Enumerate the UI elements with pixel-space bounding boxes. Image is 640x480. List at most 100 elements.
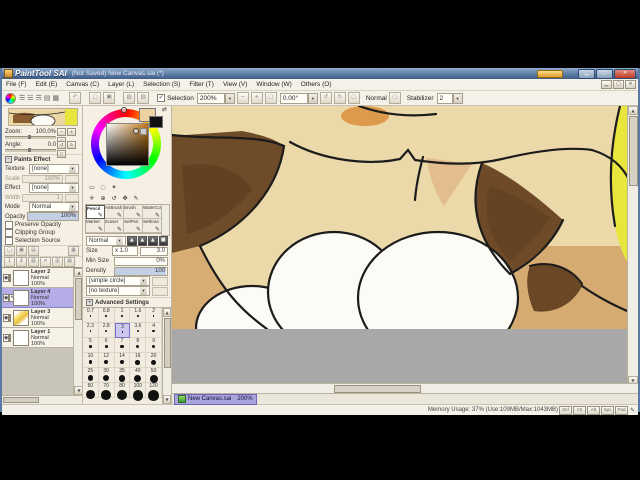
decrement-select-button[interactable]: ▨	[137, 92, 149, 104]
zoom-in-button[interactable]: +	[251, 92, 263, 104]
texture-dropdown[interactable]: [none]▼	[29, 164, 79, 174]
tool-pencil[interactable]: Pencil✎	[86, 205, 105, 219]
menu-item-layer[interactable]: Layer (L)	[108, 81, 134, 88]
tool-eraser[interactable]: Eraser✎	[105, 219, 124, 233]
move-tool-icon[interactable]: ✛	[87, 194, 97, 203]
panel-toggle-icon[interactable]: ▤	[44, 94, 51, 102]
layer-list-scrollbar[interactable]: ▲ ▼	[73, 268, 82, 395]
canvas-angle-field[interactable]: 0.00°	[280, 93, 308, 104]
brush-size-2.3[interactable]: 2.3	[83, 323, 99, 338]
stabilizer-value[interactable]: 2	[437, 93, 453, 104]
layer-row-layer-1[interactable]: ◉Layer 1Normal100%	[2, 328, 73, 348]
zoom-out-button[interactable]: −	[237, 92, 249, 104]
mdi-close-button[interactable]: ✕	[625, 80, 636, 89]
brush-size-1[interactable]: 1	[115, 308, 131, 323]
minimize-button[interactable]: ▁	[578, 69, 595, 79]
brush-texture-dropdown[interactable]: [no texture]▼	[86, 286, 150, 296]
brush-size-60[interactable]: 60	[83, 383, 99, 398]
panel-toggle-icon[interactable]: ☱	[27, 94, 33, 102]
zoom-tool-icon[interactable]: ⊕	[98, 194, 108, 203]
nav-rotate-ccw-button[interactable]: ↺	[57, 141, 66, 149]
brush-size-30[interactable]: 30	[99, 368, 115, 383]
brush-size-50[interactable]: 50	[146, 368, 162, 383]
panel-toggle-icon[interactable]: ▦	[52, 94, 59, 102]
nav-angle-slider[interactable]	[5, 149, 56, 152]
hand-tool-icon[interactable]: ✥	[120, 194, 130, 203]
brush-size-16[interactable]: 16	[130, 353, 146, 368]
maximize-button[interactable]: ▢	[596, 69, 613, 79]
brush-size-80[interactable]: 80	[115, 383, 131, 398]
brush-size-20[interactable]: 20	[146, 353, 162, 368]
brush-size-120[interactable]: 120	[146, 383, 162, 398]
tool-seleras[interactable]: SelEras✎	[143, 219, 162, 233]
tool-brush[interactable]: Brush✎	[124, 205, 143, 219]
menu-item-filter[interactable]: Filter (T)	[189, 81, 214, 88]
select-invert-button[interactable]: ▣	[103, 92, 115, 104]
size-slider[interactable]: 3.0	[140, 247, 168, 256]
nav-zoom-in-button[interactable]: +	[67, 128, 76, 136]
eyedropper-icon[interactable]: ✎	[131, 194, 141, 203]
layer-row-layer-4[interactable]: ◉✎Layer 4Normal100%	[2, 288, 73, 308]
brush-size-10[interactable]: 10	[83, 353, 99, 368]
tool-airbrush[interactable]: AirBrush✎	[105, 205, 124, 219]
opacity-slider[interactable]: 100%	[27, 212, 79, 221]
tool-selpen[interactable]: SelPen✎	[124, 219, 143, 233]
angle-dropdown-icon[interactable]: ▼	[308, 93, 318, 104]
angle-reset-button[interactable]: ▢	[348, 92, 360, 104]
brush-size-2[interactable]: 2	[146, 308, 162, 323]
scroll-down-icon[interactable]: ▼	[163, 395, 171, 404]
checkbox-preserve-opacity[interactable]: Preserve Opacity	[2, 221, 82, 229]
rotate-cw-button[interactable]: ↻	[334, 92, 346, 104]
menu-item-selection[interactable]: Selection (S)	[143, 81, 180, 88]
increment-select-button[interactable]: ▧	[123, 92, 135, 104]
layer-list-hscrollbar[interactable]	[2, 395, 82, 404]
layer-panel-option-button[interactable]: ▦	[68, 246, 79, 256]
layer-paint-checkbox[interactable]	[9, 274, 11, 282]
zoom-dropdown-icon[interactable]: ▼	[225, 93, 235, 104]
brush-size-70[interactable]: 70	[99, 383, 115, 398]
panel-toggle-icon[interactable]: ☰	[19, 94, 25, 102]
delete-layer-button[interactable]: ✕	[40, 257, 51, 267]
brush-size-12[interactable]: 12	[99, 353, 115, 368]
lasso-icon[interactable]: ◌	[98, 183, 108, 192]
brush-size-0.7[interactable]: 0.7	[83, 308, 99, 323]
brush-size-40[interactable]: 40	[130, 368, 146, 383]
new-vector-layer-button[interactable]: ▣	[16, 246, 27, 256]
layer-row-layer-3[interactable]: ◉Layer 3Normal100%	[2, 308, 73, 328]
rotate-view-icon[interactable]: ↺	[109, 194, 119, 203]
mdi-minimize-button[interactable]: ▁	[601, 80, 612, 89]
layer-mask-button[interactable]: ▨	[64, 257, 75, 267]
brush-tip-icon[interactable]: ▲	[138, 236, 148, 246]
new-layer-folder-button[interactable]: ▤	[28, 246, 39, 256]
color-wheel-toggle-icon[interactable]	[5, 93, 16, 104]
brush-size-5[interactable]: 5	[83, 338, 99, 353]
brush-tip-dropdown[interactable]: [simple circle]▼	[86, 276, 150, 286]
brush-size-100[interactable]: 100	[130, 383, 146, 398]
transfer-down-button[interactable]: ↧	[4, 257, 15, 267]
menu-item-canvas[interactable]: Canvas (C)	[66, 81, 99, 88]
layer-row-layer-2[interactable]: ◉Layer 2Normal100%	[2, 268, 73, 288]
magic-wand-icon[interactable]: ✶	[109, 183, 119, 192]
min-size-slider[interactable]: 0%	[114, 257, 168, 266]
canvas-zoom-field[interactable]: 200%	[197, 93, 225, 104]
brush-size-3[interactable]: 3	[115, 323, 131, 338]
scroll-up-icon[interactable]: ▲	[74, 268, 82, 277]
menu-item-view[interactable]: View (V)	[223, 81, 247, 88]
selection-checkbox[interactable]: ✓ Selection	[157, 94, 194, 102]
nav-zoom-slider[interactable]	[5, 136, 56, 139]
brush-size-25[interactable]: 25	[83, 368, 99, 383]
scroll-down-icon[interactable]: ▼	[74, 386, 82, 395]
brush-tip-icon[interactable]: ▲	[148, 236, 158, 246]
brush-size-14[interactable]: 14	[115, 353, 131, 368]
brush-size-6[interactable]: 6	[99, 338, 115, 353]
brush-size-1.6[interactable]: 1.6	[130, 308, 146, 323]
hue-cursor[interactable]	[121, 107, 127, 113]
transparent-color-swatch[interactable]	[140, 128, 147, 135]
stabilizer-dropdown-icon[interactable]: ▼	[453, 93, 463, 104]
scroll-down-icon[interactable]: ▼	[628, 376, 638, 383]
nav-angle-reset-button[interactable]: ▢	[57, 150, 66, 158]
scroll-up-icon[interactable]: ▲	[163, 308, 171, 317]
nav-rotate-cw-button[interactable]: ↻	[67, 141, 76, 149]
layer-paint-checkbox[interactable]	[9, 314, 11, 322]
checkbox-selection-source[interactable]: Selection Source	[2, 237, 82, 245]
